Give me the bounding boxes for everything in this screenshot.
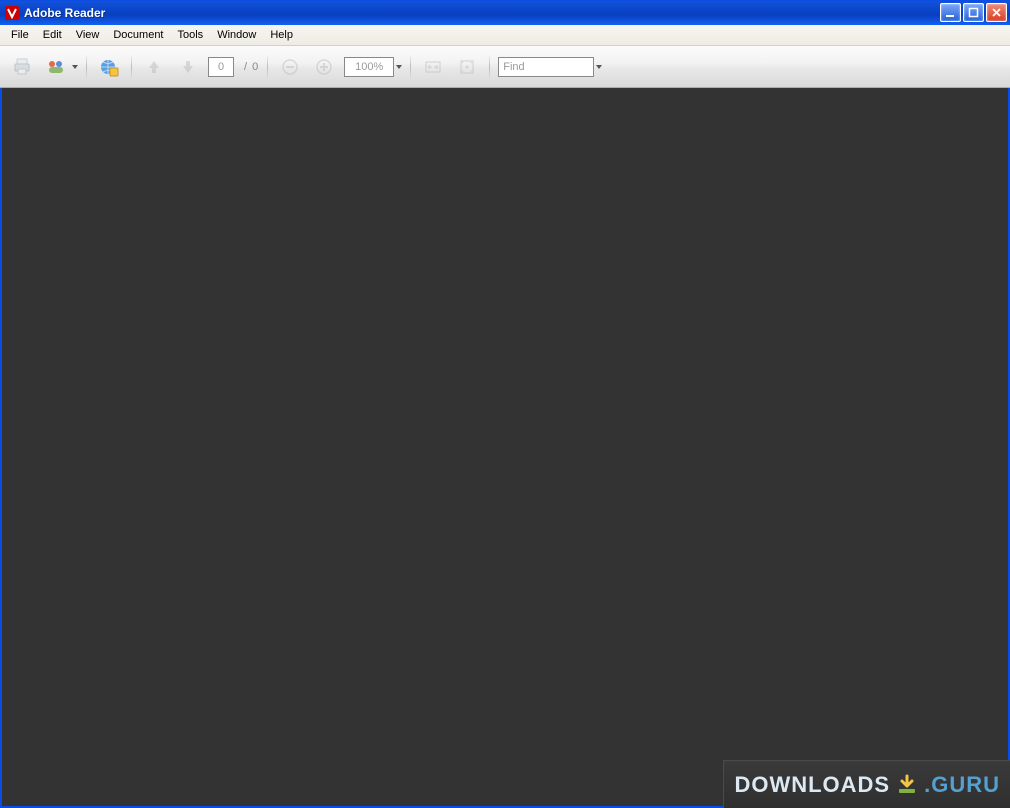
menu-edit[interactable]: Edit (36, 25, 69, 45)
zoom-out-button[interactable] (276, 53, 304, 81)
next-page-button[interactable] (174, 53, 202, 81)
menu-tools[interactable]: Tools (171, 25, 211, 45)
collaborate-icon (46, 57, 66, 77)
toolbar-separator (267, 54, 268, 80)
chevron-down-icon (596, 65, 602, 69)
acrobat-com-button[interactable] (95, 53, 123, 81)
fit-width-icon (424, 58, 442, 76)
page-number-input[interactable] (208, 57, 234, 77)
menu-document[interactable]: Document (106, 25, 170, 45)
zoom-level-select[interactable]: 100% (344, 57, 402, 77)
toolbar-separator (131, 54, 132, 80)
toolbar-separator (410, 54, 411, 80)
menubar: File Edit View Document Tools Window Hel… (0, 25, 1010, 46)
toolbar: / 0 100% (0, 46, 1010, 88)
find-input[interactable] (498, 57, 594, 77)
globe-pdf-icon (98, 56, 120, 78)
watermark-text-right: .GURU (924, 772, 1000, 798)
printer-icon (12, 57, 32, 77)
previous-page-button[interactable] (140, 53, 168, 81)
document-viewport (0, 88, 1010, 808)
watermark-badge: DOWNLOADS .GURU (723, 760, 1010, 808)
toolbar-separator (86, 54, 87, 80)
page-total-label: / 0 (244, 61, 259, 73)
zoom-in-icon (315, 58, 333, 76)
chevron-down-icon (72, 65, 78, 69)
window-controls (940, 3, 1007, 22)
chevron-down-icon (396, 65, 402, 69)
collaborate-button[interactable] (42, 53, 78, 81)
zoom-out-icon (281, 58, 299, 76)
fit-width-button[interactable] (419, 53, 447, 81)
zoom-in-button[interactable] (310, 53, 338, 81)
close-button[interactable] (986, 3, 1007, 22)
adobe-reader-icon (4, 5, 20, 21)
watermark-text-left: DOWNLOADS (734, 772, 890, 798)
menu-view[interactable]: View (69, 25, 107, 45)
download-icon (896, 774, 918, 796)
menu-help[interactable]: Help (263, 25, 300, 45)
titlebar: Adobe Reader (0, 0, 1010, 25)
minimize-button[interactable] (940, 3, 961, 22)
zoom-level-value: 100% (344, 57, 394, 77)
fit-page-button[interactable] (453, 53, 481, 81)
arrow-up-icon (145, 58, 163, 76)
fit-page-icon (458, 58, 476, 76)
app-title: Adobe Reader (24, 6, 105, 20)
menu-window[interactable]: Window (210, 25, 263, 45)
menu-file[interactable]: File (4, 25, 36, 45)
arrow-down-icon (179, 58, 197, 76)
toolbar-separator (489, 54, 490, 80)
print-button[interactable] (8, 53, 36, 81)
maximize-button[interactable] (963, 3, 984, 22)
find-field[interactable] (498, 57, 602, 77)
